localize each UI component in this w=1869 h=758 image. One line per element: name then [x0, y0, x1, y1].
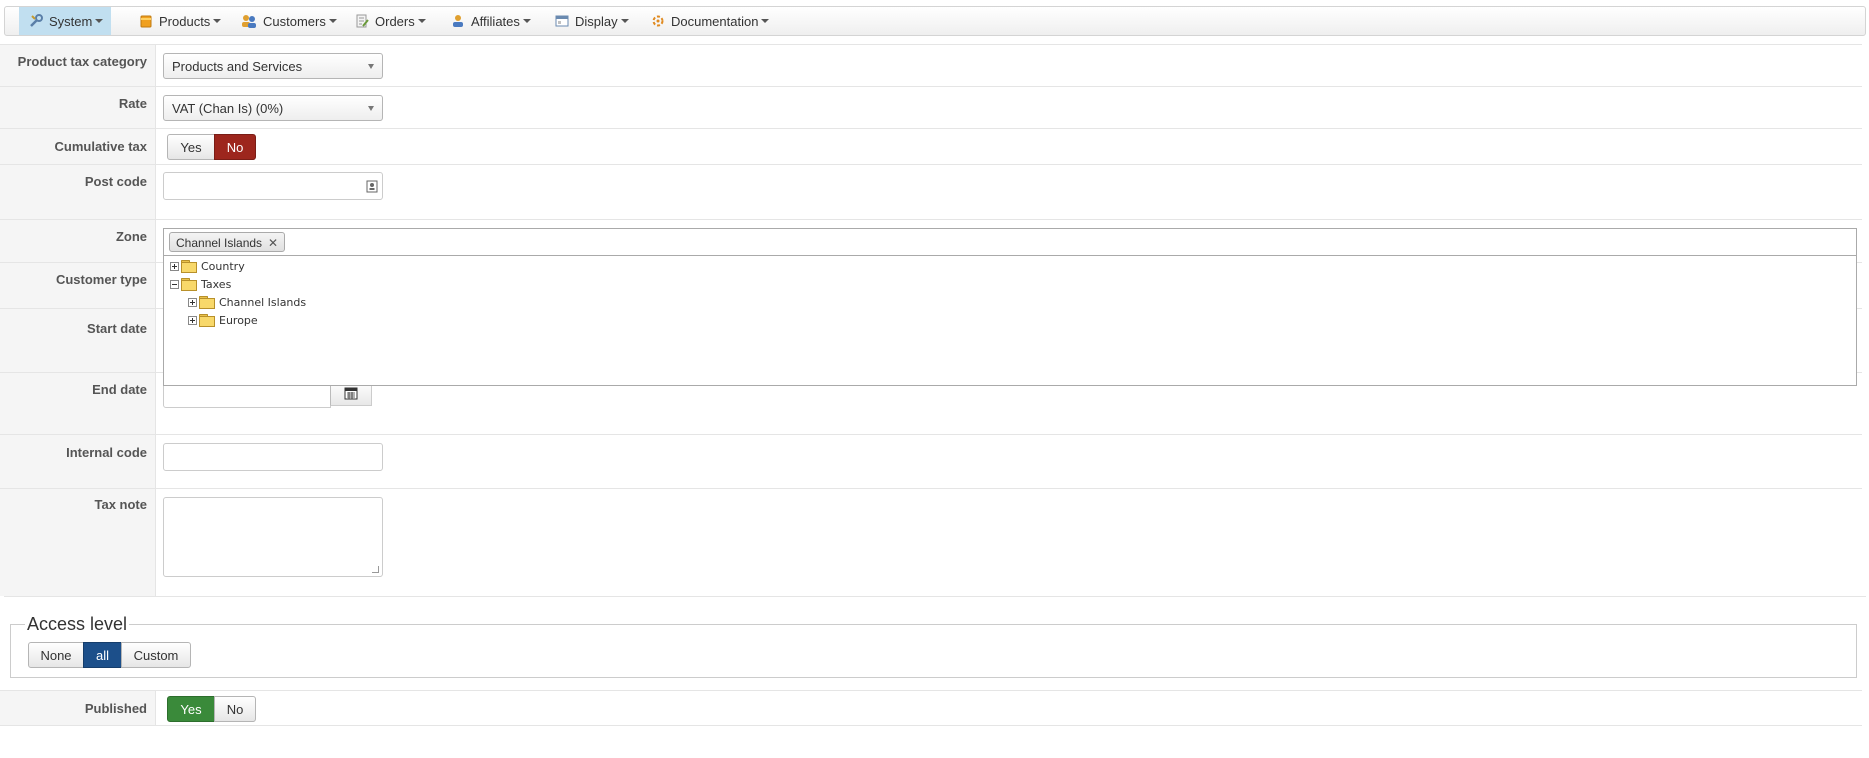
folder-icon	[199, 296, 215, 309]
tools-icon	[30, 14, 43, 27]
access-none-button[interactable]: None	[28, 642, 84, 668]
nav-affiliates-label: Affiliates	[471, 13, 520, 29]
nav-affiliates[interactable]: Affiliates	[441, 7, 539, 35]
chevron-down-icon	[95, 19, 104, 23]
product-tax-category-value: Products and Services	[172, 59, 303, 74]
post-code-input[interactable]	[163, 172, 383, 200]
internal-code-input[interactable]	[163, 443, 383, 471]
nav-system[interactable]: System	[19, 7, 112, 35]
collapse-icon[interactable]	[170, 279, 179, 289]
post-code-label: Post code	[84, 174, 147, 189]
tree-node-label: Channel Islands	[219, 295, 307, 309]
calendar-icon	[344, 387, 358, 399]
rate-value: VAT (Chan Is) (0%)	[172, 101, 284, 116]
published-yes-button[interactable]: Yes	[167, 696, 215, 722]
orders-icon	[356, 14, 369, 28]
nav-documentation[interactable]: Documentation	[641, 7, 777, 35]
tax-note-label: Tax note	[94, 497, 148, 512]
expand-icon[interactable]	[170, 261, 179, 271]
zone-tag-channel-islands: Channel Islands ✕	[169, 232, 286, 253]
cumulative-tax-yes-button[interactable]: Yes	[167, 134, 215, 160]
tax-note-textarea[interactable]	[163, 497, 383, 577]
zone-tree-dropdown: Country Taxes Channel Islands Europe	[163, 256, 1857, 386]
nav-customers[interactable]: Customers	[231, 7, 345, 35]
nav-products[interactable]: Products	[129, 7, 229, 35]
tree-node-country[interactable]: Country	[170, 258, 245, 274]
chevron-down-icon	[620, 19, 629, 23]
divider	[4, 596, 1866, 597]
folder-icon	[181, 278, 197, 291]
zone-tag-label: Channel Islands	[176, 236, 263, 250]
nav-system-label: System	[49, 13, 93, 29]
chevron-down-icon	[328, 19, 337, 23]
tree-node-europe[interactable]: Europe	[188, 312, 258, 328]
nav-orders[interactable]: Orders	[345, 7, 434, 35]
expand-icon[interactable]	[188, 297, 197, 307]
documentation-icon	[652, 15, 664, 27]
nav-orders-label: Orders	[375, 13, 415, 29]
nav-documentation-label: Documentation	[671, 13, 759, 29]
chevron-down-icon	[522, 19, 531, 23]
dropdown-arrow-icon	[368, 106, 374, 111]
products-icon	[140, 15, 152, 28]
access-all-button[interactable]: all	[83, 642, 122, 668]
nav-display[interactable]: Display	[545, 7, 637, 35]
resize-handle-icon[interactable]	[372, 566, 379, 573]
rate-select[interactable]: VAT (Chan Is) (0%)	[163, 95, 383, 121]
chevron-down-icon	[417, 19, 426, 23]
remove-tag-icon[interactable]: ✕	[268, 233, 278, 253]
tree-node-channel-islands[interactable]: Channel Islands	[188, 294, 306, 310]
tree-node-label: Europe	[219, 313, 258, 327]
expand-icon[interactable]	[188, 315, 197, 325]
end-date-label: End date	[92, 382, 147, 397]
folder-icon	[181, 260, 197, 273]
access-custom-button[interactable]: Custom	[121, 642, 191, 668]
chevron-down-icon	[213, 19, 222, 23]
folder-icon	[199, 314, 215, 327]
tree-node-taxes[interactable]: Taxes	[170, 276, 231, 292]
affiliates-icon	[453, 15, 463, 27]
start-date-label: Start date	[87, 321, 147, 336]
access-level-fieldset: Access level	[10, 614, 1857, 678]
published-label: Published	[84, 701, 147, 716]
display-icon	[555, 15, 569, 27]
access-level-legend: Access level	[27, 614, 128, 634]
cumulative-tax-no-button[interactable]: No	[214, 134, 256, 160]
tree-node-label: Country	[201, 259, 245, 273]
dropdown-arrow-icon	[368, 64, 374, 69]
product-tax-category-label: Product tax category	[17, 54, 147, 69]
chevron-down-icon	[761, 19, 770, 23]
tree-node-label: Taxes	[201, 277, 232, 291]
top-navbar: System Products Customers Orders Affilia…	[4, 6, 1866, 36]
zone-multiselect[interactable]: Channel Islands ✕	[163, 228, 1857, 256]
zone-label: Zone	[115, 229, 147, 244]
published-no-button[interactable]: No	[214, 696, 256, 722]
nav-products-label: Products	[159, 13, 211, 29]
nav-customers-label: Customers	[263, 13, 326, 29]
customer-type-label: Customer type	[55, 272, 147, 287]
address-book-icon	[366, 180, 378, 193]
nav-display-label: Display	[575, 13, 618, 29]
row-published: Published	[0, 690, 1862, 726]
row-cumulative-tax: Cumulative tax	[0, 128, 1862, 164]
cumulative-tax-label: Cumulative tax	[54, 139, 147, 154]
rate-label: Rate	[118, 96, 147, 111]
internal-code-label: Internal code	[66, 445, 147, 460]
product-tax-category-select[interactable]: Products and Services	[163, 53, 383, 79]
customers-icon	[242, 15, 256, 28]
